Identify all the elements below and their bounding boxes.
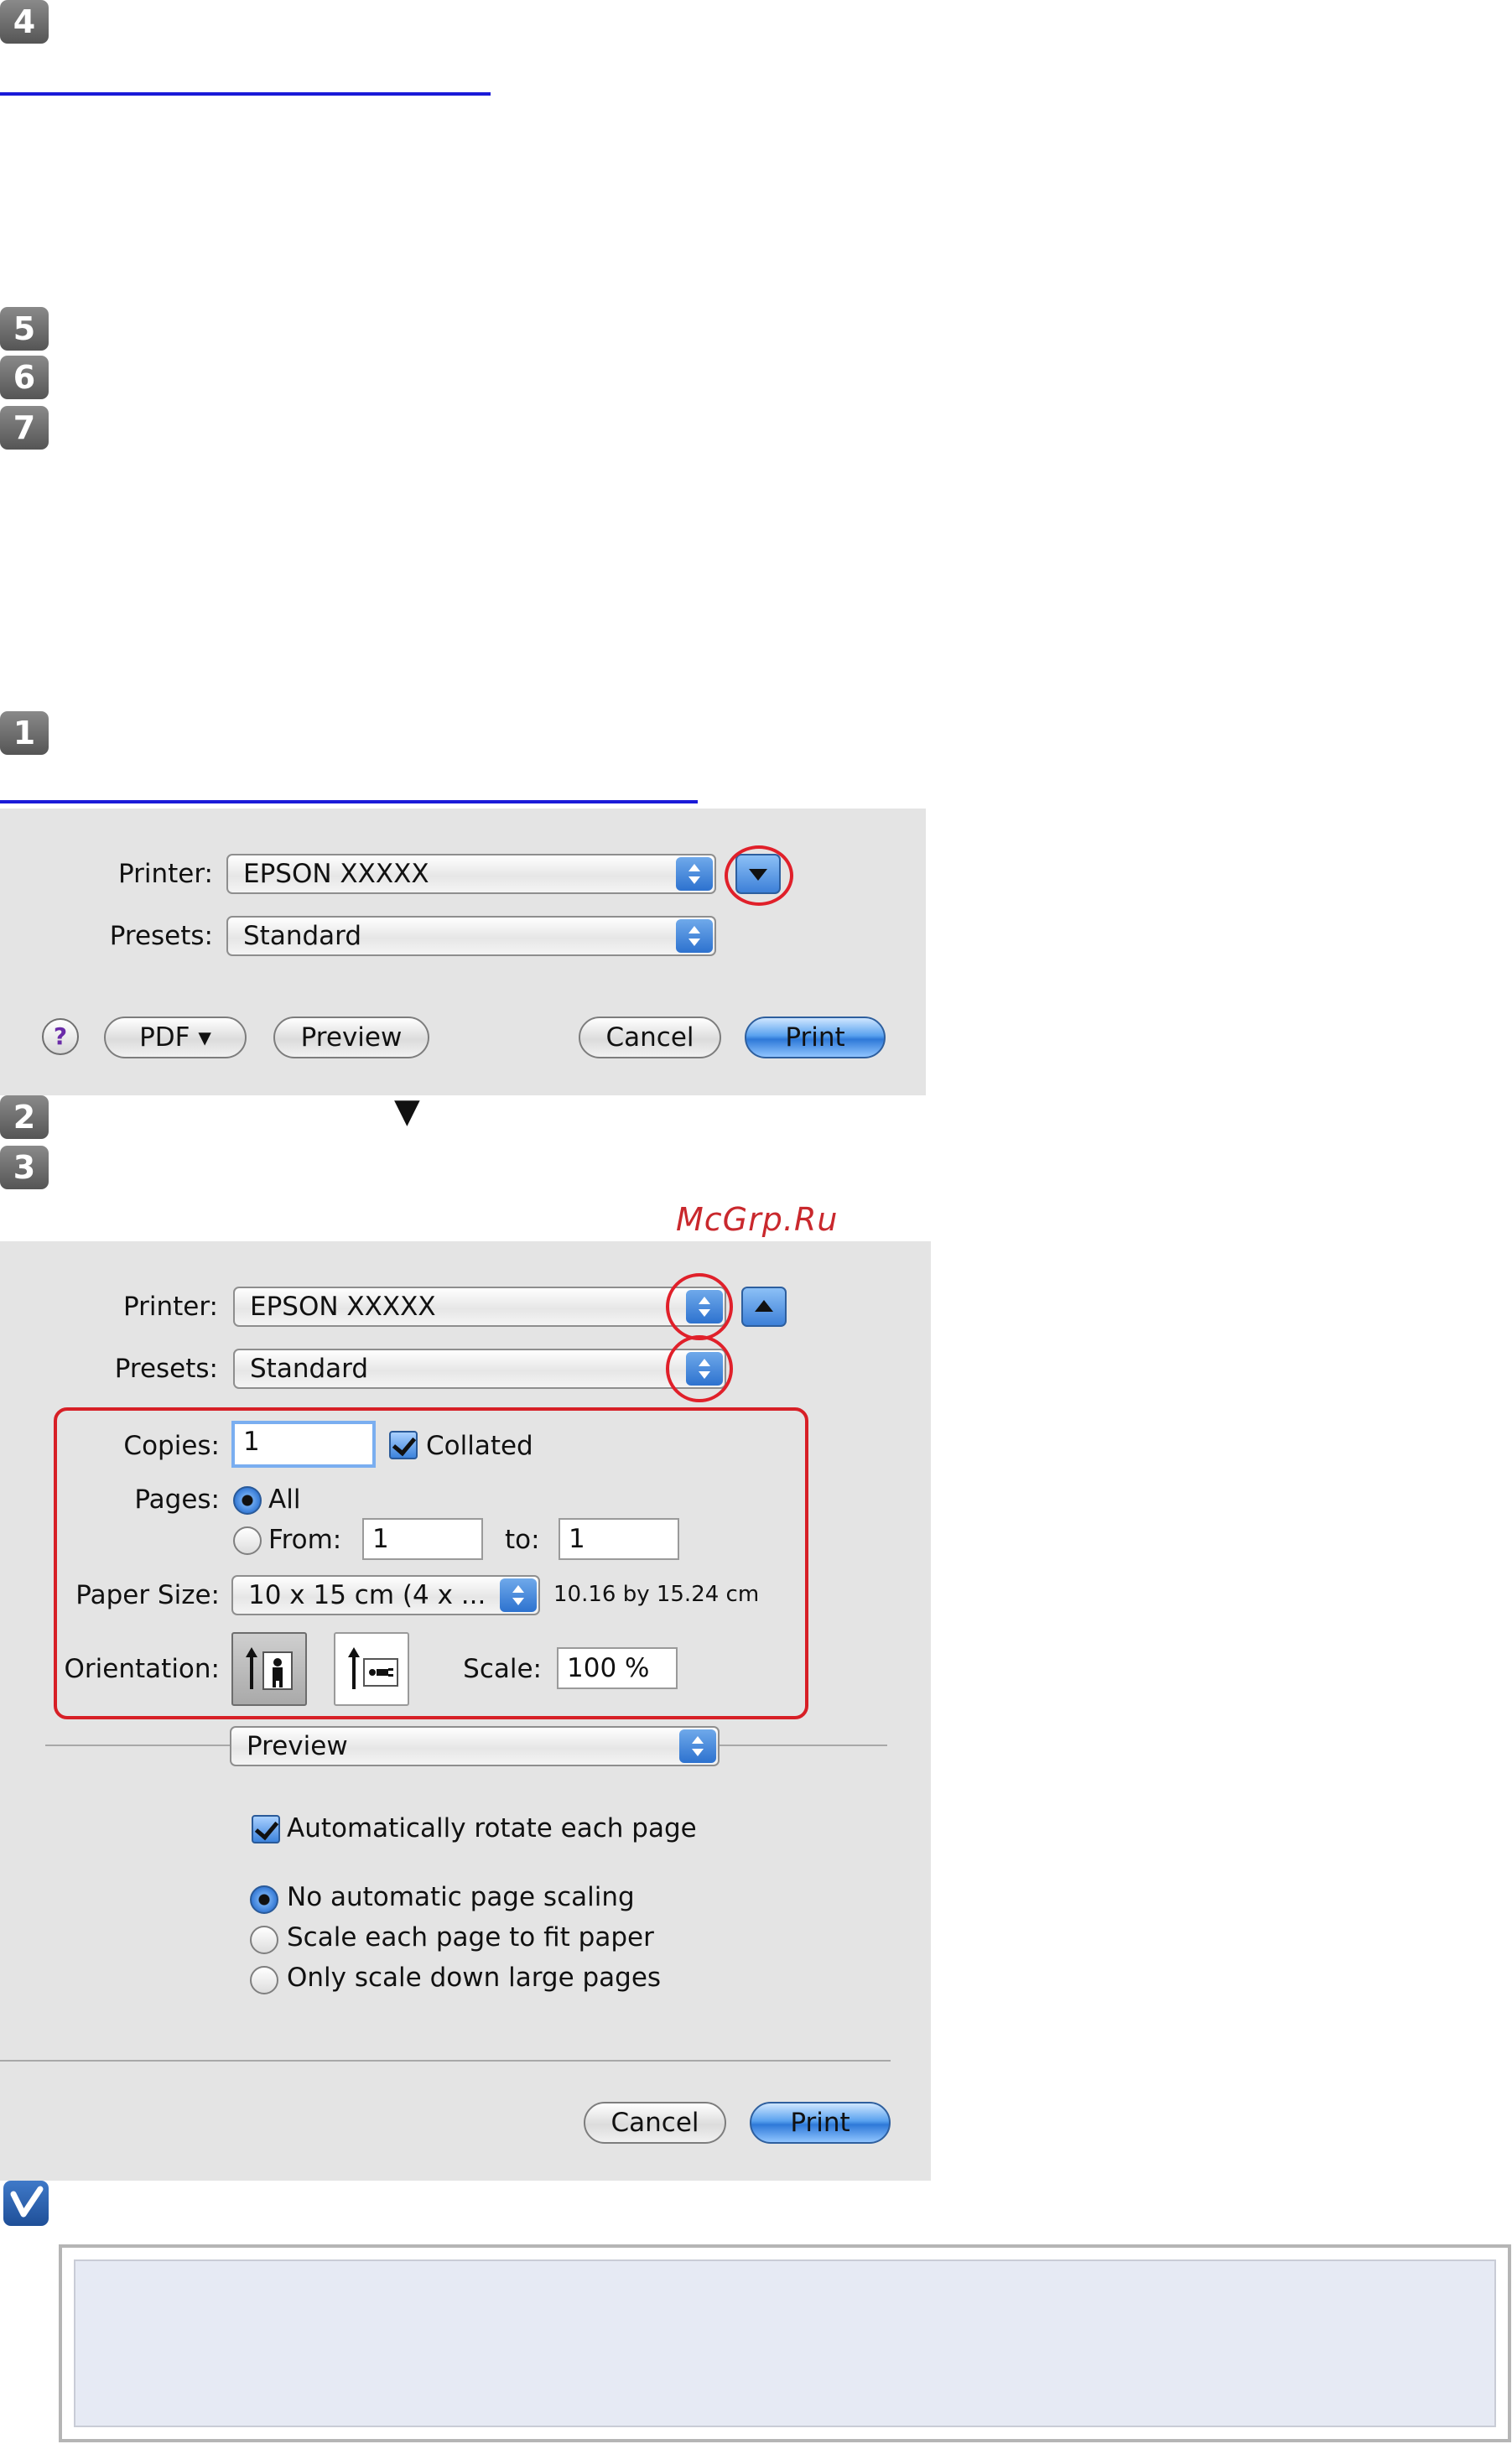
printer-label: Printer:: [117, 859, 213, 889]
no-scaling-radio[interactable]: [250, 1885, 278, 1914]
watermark: McGrp.Ru: [676, 1201, 839, 1238]
auto-rotate-checkbox[interactable]: [252, 1815, 280, 1843]
help-button[interactable]: ?: [42, 1018, 79, 1055]
landscape-orientation-button[interactable]: [334, 1632, 409, 1706]
popup-arrows-icon: [676, 919, 713, 953]
pages-label: Pages:: [134, 1485, 220, 1515]
popup-arrows-icon: [679, 1729, 716, 1763]
collated-label: Collated: [426, 1431, 533, 1461]
step-badge-5: 5: [0, 307, 49, 351]
scale-label: Scale:: [463, 1654, 542, 1684]
pages-from-label: From:: [268, 1525, 342, 1555]
print-button[interactable]: Print: [750, 2102, 891, 2144]
landscape-person-icon: [348, 1647, 398, 1689]
collapse-disclosure-button[interactable]: [741, 1287, 787, 1327]
note-content-area: [74, 2259, 1496, 2427]
popup-arrows-icon: [676, 857, 713, 891]
print-button[interactable]: Print: [745, 1017, 886, 1058]
step-badge-4: 4: [0, 0, 49, 44]
scale-down-radio[interactable]: [250, 1966, 278, 1994]
collated-checkbox[interactable]: [389, 1431, 418, 1459]
copies-label: Copies:: [123, 1431, 220, 1461]
highlight-circle: [725, 845, 793, 906]
section-popup-value: Preview: [247, 1731, 348, 1761]
separator-line: [720, 1745, 887, 1746]
orientation-label: Orientation:: [64, 1654, 220, 1684]
highlight-circle: [666, 1335, 733, 1402]
step-badge-1: 1: [0, 711, 49, 755]
to-field[interactable]: 1: [559, 1518, 679, 1560]
presets-value: Standard: [243, 921, 362, 951]
separator-line: [45, 1745, 230, 1746]
portrait-orientation-button[interactable]: [231, 1632, 307, 1706]
link-underline[interactable]: [0, 800, 698, 803]
scaling-option-label: Only scale down large pages: [287, 1963, 662, 1993]
presets-value: Standard: [250, 1354, 369, 1384]
step2-arrow-icon: ▼: [394, 1092, 420, 1131]
pdf-button[interactable]: PDF ▾: [104, 1017, 247, 1058]
printer-popup[interactable]: EPSON XXXXX: [233, 1287, 726, 1327]
highlight-circle: [666, 1273, 733, 1340]
portrait-person-icon: [246, 1647, 293, 1690]
popup-arrows-icon: [500, 1578, 537, 1612]
pages-all-label: All: [268, 1485, 301, 1515]
step-badge-7: 7: [0, 406, 49, 450]
pages-from-radio[interactable]: [233, 1526, 262, 1555]
auto-rotate-label: Automatically rotate each page: [287, 1813, 697, 1843]
presets-label: Presets:: [109, 921, 213, 951]
copies-field[interactable]: 1: [231, 1421, 376, 1468]
fit-paper-radio[interactable]: [250, 1926, 278, 1954]
to-label: to:: [505, 1525, 540, 1555]
paper-size-popup[interactable]: 10 x 15 cm (4 x ...: [231, 1575, 540, 1615]
print-dialog-collapsed: Printer: EPSON XXXXX Presets: Standard ?…: [0, 809, 926, 1095]
scaling-option-label: No automatic page scaling: [287, 1882, 635, 1912]
step-badge-2: 2: [0, 1095, 49, 1139]
scale-field[interactable]: 100 %: [557, 1647, 678, 1689]
presets-popup[interactable]: Standard: [226, 916, 716, 956]
triangle-up-icon: [755, 1300, 773, 1312]
step-badge-6: 6: [0, 356, 49, 399]
printer-value: EPSON XXXXX: [243, 859, 429, 889]
paper-size-label: Paper Size:: [75, 1580, 220, 1610]
presets-popup[interactable]: Standard: [233, 1349, 726, 1389]
print-dialog-expanded: Printer: EPSON XXXXX Presets: Standard C…: [0, 1241, 931, 2181]
separator-line: [0, 2060, 891, 2062]
pages-all-radio[interactable]: [233, 1486, 262, 1515]
paper-size-dimensions: 10.16 by 15.24 cm: [553, 1582, 760, 1607]
presets-label: Presets:: [114, 1354, 218, 1384]
link-underline[interactable]: [0, 92, 491, 96]
scaling-option-label: Scale each page to fit paper: [287, 1922, 654, 1953]
printer-value: EPSON XXXXX: [250, 1292, 436, 1322]
printer-label: Printer:: [122, 1292, 218, 1322]
printer-popup[interactable]: EPSON XXXXX: [226, 854, 716, 894]
paper-size-value: 10 x 15 cm (4 x ...: [248, 1580, 486, 1610]
note-box: [59, 2244, 1511, 2442]
from-field[interactable]: 1: [362, 1518, 483, 1560]
preview-button[interactable]: Preview: [273, 1017, 429, 1058]
step-badge-3: 3: [0, 1146, 49, 1189]
cancel-button[interactable]: Cancel: [579, 1017, 721, 1058]
print-options-section-popup[interactable]: Preview: [230, 1726, 720, 1766]
cancel-button[interactable]: Cancel: [584, 2102, 726, 2144]
note-check-icon: [3, 2181, 49, 2226]
